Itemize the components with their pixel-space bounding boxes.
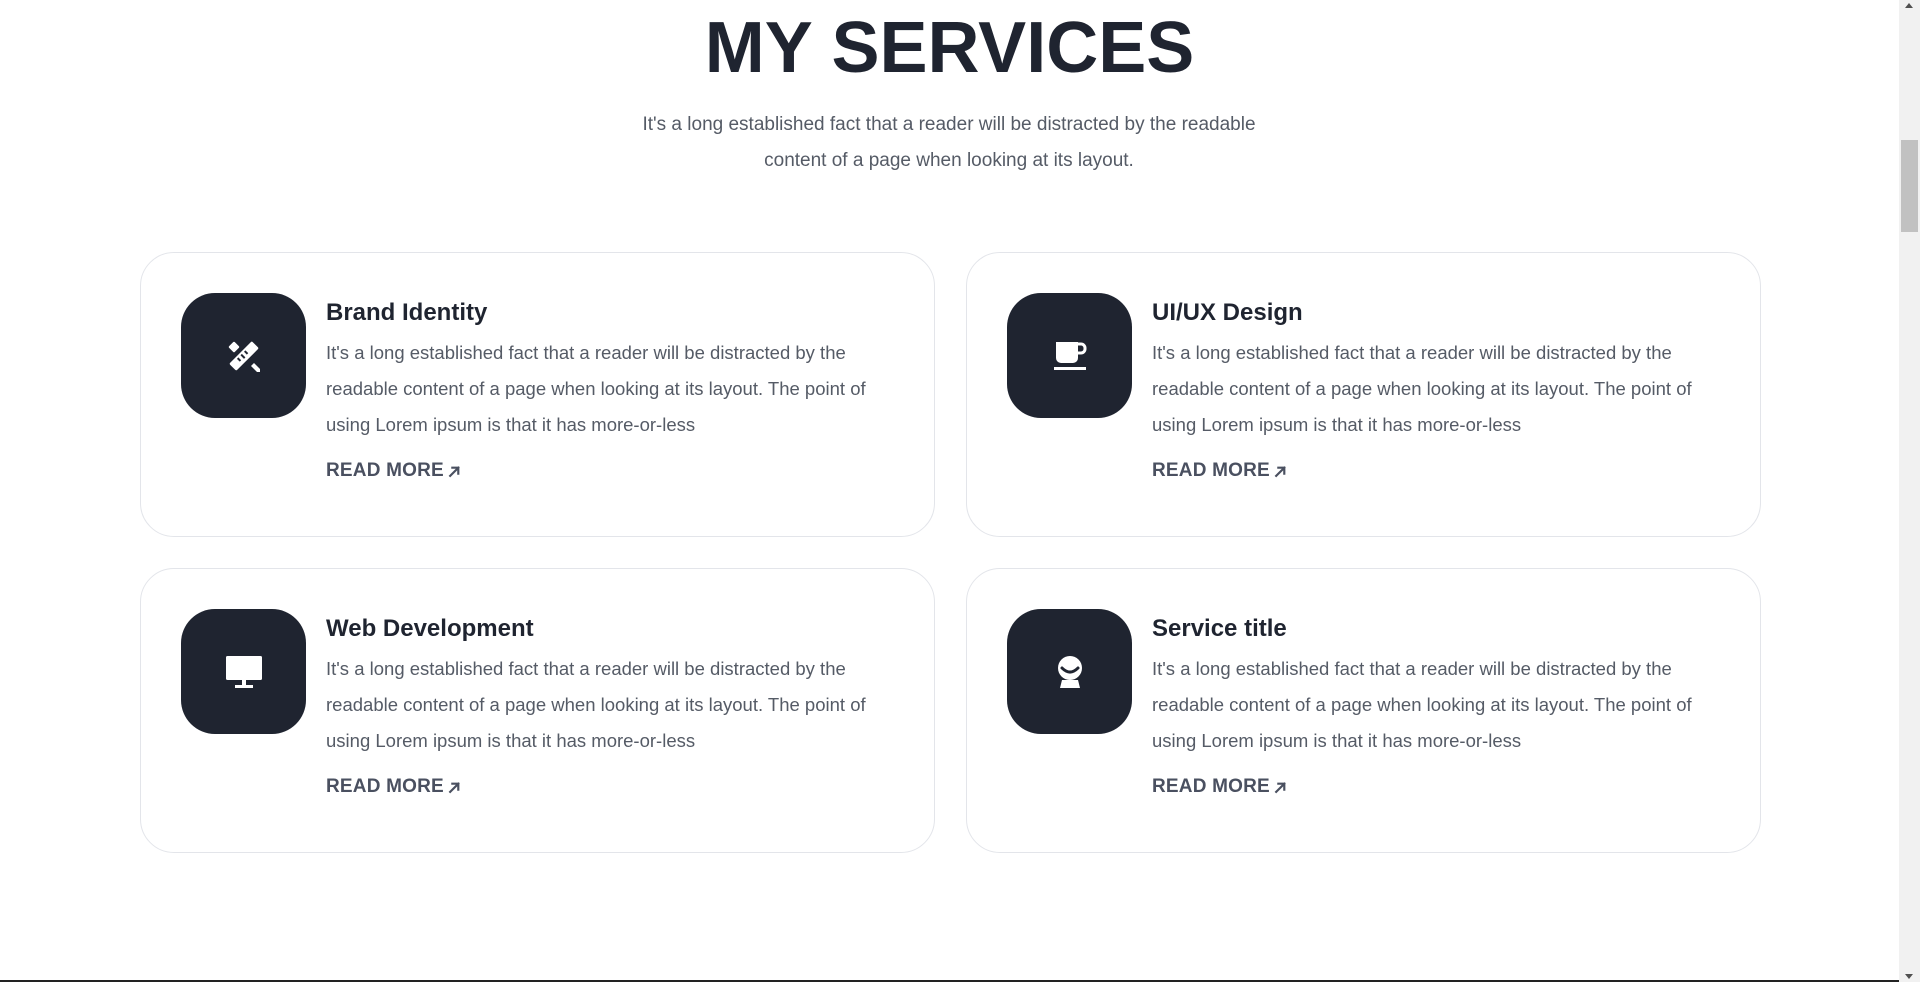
monitor-icon (181, 609, 306, 734)
ruler-pencil-icon (181, 293, 306, 418)
read-more-label: READ MORE (1152, 460, 1270, 481)
read-more-label: READ MORE (326, 460, 444, 481)
service-title: Service title (1152, 615, 1287, 642)
service-title: UI/UX Design (1152, 299, 1303, 326)
arrow-up-right-icon (448, 465, 460, 477)
service-card-brand-identity: Brand Identity It's a long established f… (140, 252, 935, 537)
service-description: It's a long established fact that a read… (326, 658, 866, 751)
read-more-label: READ MORE (326, 776, 444, 797)
user-icon (1007, 609, 1132, 734)
vertical-scrollbar[interactable] (1899, 0, 1920, 982)
service-title: Web Development (326, 615, 534, 642)
coffee-cup-icon (1007, 293, 1132, 418)
read-more-link[interactable]: READ MORE (326, 776, 461, 798)
read-more-link[interactable]: READ MORE (326, 460, 461, 482)
read-more-link[interactable]: READ MORE (1152, 776, 1287, 798)
service-card-ui-ux-design: UI/UX Design It's a long established fac… (966, 252, 1761, 537)
service-description: It's a long established fact that a read… (326, 342, 866, 435)
service-title: Brand Identity (326, 299, 488, 326)
scroll-thumb[interactable] (1901, 140, 1918, 232)
services-page: MY SERVICES It's a long established fact… (0, 0, 1899, 982)
service-description: It's a long established fact that a read… (1152, 658, 1692, 751)
read-more-link[interactable]: READ MORE (1152, 460, 1287, 482)
scroll-down-arrow-icon[interactable] (1905, 974, 1913, 979)
services-grid: Brand Identity It's a long established f… (140, 252, 1761, 853)
service-card-service-title: Service title It's a long established fa… (966, 568, 1761, 853)
section-title: MY SERVICES (704, 8, 1195, 88)
arrow-up-right-icon (448, 781, 460, 793)
service-description: It's a long established fact that a read… (1152, 342, 1692, 435)
arrow-up-right-icon (1274, 465, 1286, 477)
section-subtitle: It's a long established fact that a read… (642, 114, 1256, 171)
arrow-up-right-icon (1274, 781, 1286, 793)
scroll-up-arrow-icon[interactable] (1905, 3, 1913, 8)
read-more-label: READ MORE (1152, 776, 1270, 797)
service-card-web-development: Web Development It's a long established … (140, 568, 935, 853)
